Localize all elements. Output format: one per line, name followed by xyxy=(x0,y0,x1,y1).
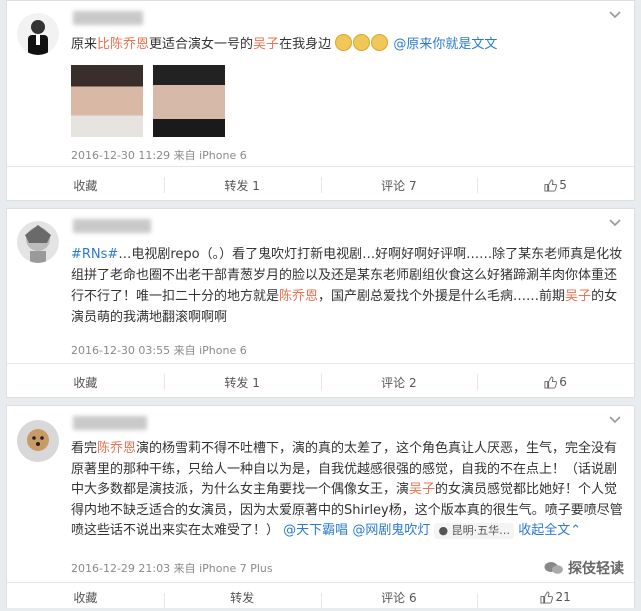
collect-button[interactable]: 收藏 xyxy=(7,167,164,203)
thumbs-up-icon xyxy=(544,375,558,389)
wechat-logo-icon xyxy=(544,562,563,574)
post-timestamp: 2016-12-29 21:03 来自 iPhone 7 Plus xyxy=(71,562,273,575)
collapse-link[interactable]: 收起全文 xyxy=(518,523,570,538)
avatar[interactable] xyxy=(17,221,59,263)
like-button[interactable]: 21 xyxy=(477,583,634,611)
link-name[interactable]: 吴子 xyxy=(253,37,279,52)
hashtag-link[interactable]: #RNs# xyxy=(71,247,118,262)
action-bar: 收藏 转发 1 评论 2 6 xyxy=(7,363,634,400)
post-text: 看完陈乔恩演的杨雪莉不得不吐槽下，演的真的太差了，这个角色真让人厌恶，生气，完全… xyxy=(71,441,623,539)
post-text: #RNs#…电视剧repo（。）看了鬼吹灯打新电视剧…好啊好啊好评啊……除了某东… xyxy=(71,247,623,325)
repost-button[interactable]: 转发 1 xyxy=(163,167,321,203)
repost-button[interactable]: 转发 1 xyxy=(163,364,321,400)
chevron-down-icon[interactable] xyxy=(606,213,624,231)
avatar[interactable] xyxy=(17,420,59,462)
emoji-icon xyxy=(335,34,353,51)
link-name[interactable]: 陈乔恩 xyxy=(97,441,136,456)
collect-button[interactable]: 收藏 xyxy=(7,364,164,400)
link-name[interactable]: 吴子 xyxy=(565,289,591,304)
like-button[interactable]: 6 xyxy=(477,364,634,400)
username-blurred[interactable] xyxy=(73,219,151,233)
chevron-down-icon[interactable] xyxy=(606,5,624,23)
username-blurred[interactable] xyxy=(73,11,143,25)
username-blurred[interactable] xyxy=(73,416,147,430)
avatar-dog-image xyxy=(17,420,59,462)
photo-thumbnail[interactable] xyxy=(71,65,143,137)
collect-button[interactable]: 收藏 xyxy=(7,583,164,611)
post-timestamp: 2016-12-30 03:55 来自 iPhone 6 xyxy=(71,344,247,357)
like-button[interactable]: 5 xyxy=(477,167,634,203)
action-bar: 收藏 转发 1 评论 7 5 xyxy=(7,166,634,203)
link-name[interactable]: 比陈乔恩 xyxy=(97,37,149,52)
mention-link[interactable]: @原来你就是文文 xyxy=(393,37,497,52)
weibo-post-2: #RNs#…电视剧repo（。）看了鬼吹灯打新电视剧…好啊好啊好评啊……除了某东… xyxy=(6,208,635,398)
watermark: 探伎轻读 xyxy=(544,558,624,578)
thumbs-up-icon xyxy=(540,590,554,604)
mention-link[interactable]: @网剧鬼吹灯 xyxy=(352,523,430,538)
emoji-icon xyxy=(371,34,389,51)
comment-button[interactable]: 评论 6 xyxy=(320,583,478,611)
location-pin-icon: ● xyxy=(438,524,449,537)
weibo-post-3: 看完陈乔恩演的杨雪莉不得不吐槽下，演的真的太差了，这个角色真让人厌恶，生气，完全… xyxy=(6,405,635,611)
avatar-man-image xyxy=(28,20,48,55)
repost-button[interactable]: 转发 xyxy=(163,583,321,611)
link-name[interactable]: 陈乔恩 xyxy=(279,289,318,304)
chevron-up-icon[interactable]: ⌃ xyxy=(570,523,581,538)
comment-button[interactable]: 评论 2 xyxy=(320,364,478,400)
location-tag[interactable]: ● 昆明·五华… xyxy=(434,523,515,539)
action-bar: 收藏 转发 评论 6 21 xyxy=(7,582,634,611)
chevron-down-icon[interactable] xyxy=(606,410,624,428)
post-text: 原来比陈乔恩更适合演女一号的吴子在我身边 @原来你就是文文 xyxy=(71,34,624,55)
photo-thumbnail[interactable] xyxy=(153,65,225,137)
avatar[interactable] xyxy=(17,13,59,55)
link-name[interactable]: 吴子 xyxy=(409,482,435,497)
emoji-icon xyxy=(353,34,371,51)
avatar-anime-image xyxy=(25,225,51,263)
post-timestamp: 2016-12-30 11:29 来自 iPhone 6 xyxy=(71,149,247,162)
mention-link[interactable]: @天下霸唱 xyxy=(283,523,348,538)
comment-button[interactable]: 评论 7 xyxy=(320,167,478,203)
thumbs-up-icon xyxy=(544,178,558,192)
weibo-post-1: 原来比陈乔恩更适合演女一号的吴子在我身边 @原来你就是文文 2016-12-30… xyxy=(6,0,635,201)
